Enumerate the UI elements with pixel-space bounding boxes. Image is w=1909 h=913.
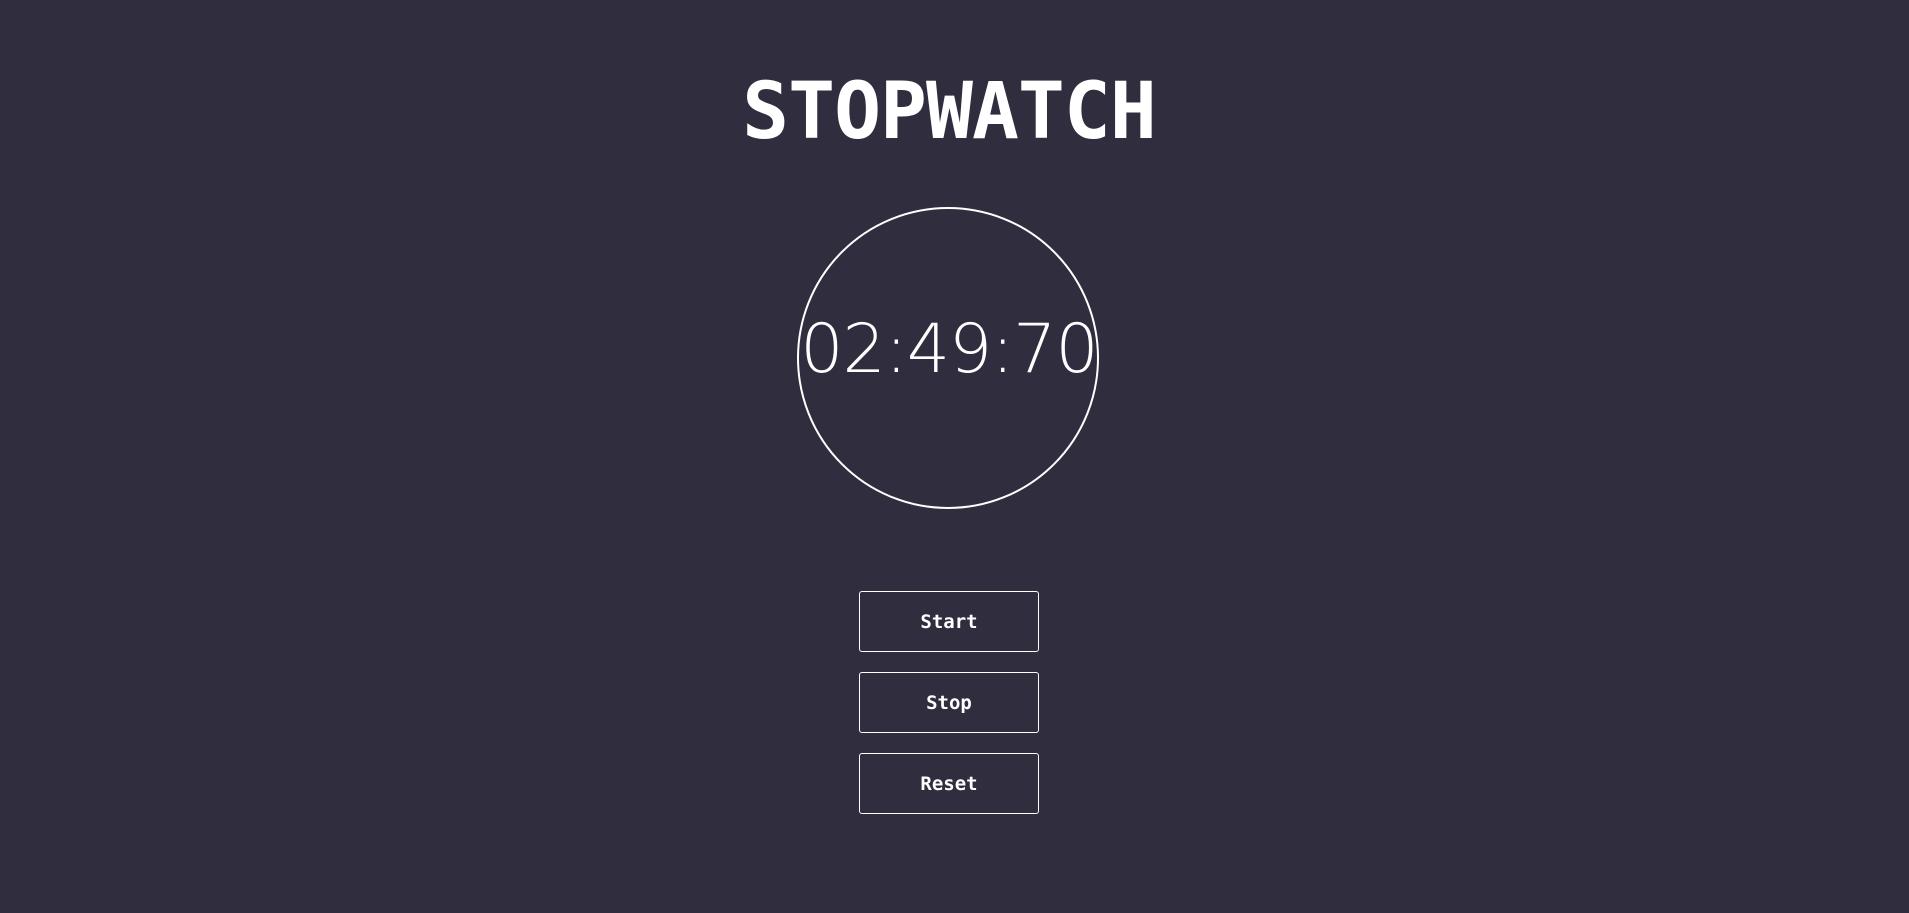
- stop-button[interactable]: Stop: [859, 672, 1039, 733]
- timer-display: 02:49:70: [800, 310, 1098, 389]
- page-title: STOPWATCH: [742, 67, 1157, 157]
- stopwatch-app: STOPWATCH 02:49:70 Start Stop Reset: [0, 0, 1909, 913]
- reset-button[interactable]: Reset: [859, 753, 1039, 814]
- start-button[interactable]: Start: [859, 591, 1039, 652]
